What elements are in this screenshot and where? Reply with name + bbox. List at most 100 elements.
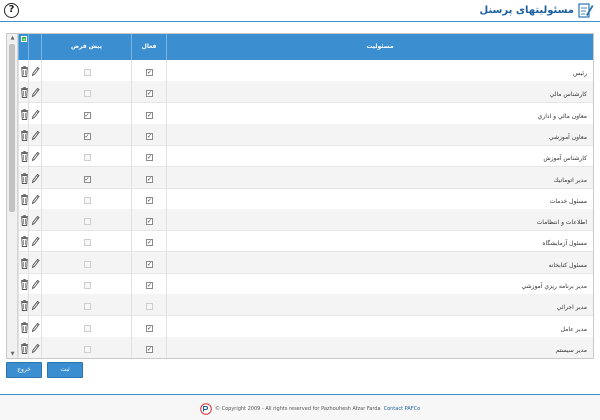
pencil-icon[interactable] — [31, 130, 40, 141]
pencil-icon[interactable] — [31, 322, 40, 333]
pafco-logo-icon — [200, 403, 212, 415]
table-row: ✓ مدير سيستم — [18, 336, 593, 358]
edit-cell — [28, 251, 41, 274]
edit-cell — [28, 102, 41, 125]
responsibility-label: معاون آموزشي — [548, 133, 587, 141]
active-checkbox[interactable]: ✓ — [146, 196, 153, 204]
delete-cell — [18, 81, 28, 104]
responsibility-label: رئیس — [572, 70, 587, 77]
default-checkbox[interactable]: ✓ — [83, 175, 91, 183]
responsibility-cell: معاون مالي و اداري — [166, 102, 593, 125]
default-checkbox[interactable] — [83, 239, 91, 247]
default-checkbox[interactable] — [83, 282, 91, 289]
responsibility-label: مسئول آزمايشگاه — [542, 240, 587, 248]
active-checkbox[interactable]: ✓ — [146, 345, 153, 353]
active-checkbox[interactable]: ✓ — [146, 90, 153, 98]
edit-cell — [28, 273, 41, 295]
table-row: ✓ مسئول خدمات — [18, 187, 593, 210]
header-default: پیش فرض — [41, 34, 131, 60]
active-checkbox[interactable] — [146, 303, 153, 311]
active-cell: ✓ — [131, 209, 166, 232]
default-checkbox[interactable] — [83, 260, 91, 268]
pencil-icon[interactable] — [31, 215, 40, 226]
help-icon[interactable]: ? — [4, 3, 19, 18]
edit-cell — [28, 230, 41, 253]
default-cell — [41, 251, 131, 274]
default-checkbox[interactable] — [83, 303, 91, 311]
active-checkbox[interactable]: ✓ — [146, 154, 153, 162]
active-checkbox[interactable]: ✓ — [146, 132, 153, 140]
responsibility-cell: معاون آموزشي — [166, 123, 593, 146]
default-cell — [41, 60, 131, 82]
active-cell: ✓ — [131, 336, 166, 358]
scrollbar-thumb[interactable] — [9, 44, 15, 212]
active-checkbox[interactable]: ✓ — [146, 282, 153, 289]
edit-cell — [28, 81, 41, 104]
active-checkbox[interactable]: ✓ — [146, 111, 153, 119]
responsibility-cell: مدير اجرائي — [166, 294, 593, 317]
default-cell: ✓ — [41, 102, 131, 125]
responsibility-cell: مدير عامل — [166, 315, 593, 338]
default-cell — [41, 230, 131, 253]
edit-cell — [28, 315, 41, 338]
active-checkbox[interactable]: ✓ — [146, 218, 153, 226]
active-checkbox[interactable]: ✓ — [146, 260, 153, 268]
active-checkbox[interactable]: ✓ — [146, 239, 153, 247]
exit-button[interactable]: خروج — [6, 362, 42, 378]
scroll-down-icon[interactable]: ▼ — [7, 350, 18, 358]
save-button[interactable]: ثبت — [47, 362, 83, 378]
table-row: ✓ مدير برنامه ريزي آموزشي — [18, 273, 593, 295]
responsibility-label: مسئول كتابخانه — [548, 261, 588, 269]
edit-cell — [28, 294, 41, 317]
pencil-icon[interactable] — [31, 258, 40, 269]
default-checkbox[interactable] — [83, 218, 91, 226]
pencil-icon[interactable] — [31, 343, 40, 354]
default-checkbox[interactable] — [83, 90, 91, 98]
pencil-icon[interactable] — [31, 173, 40, 184]
pencil-icon[interactable] — [31, 194, 40, 205]
active-checkbox[interactable]: ✓ — [146, 175, 153, 183]
active-cell — [131, 294, 166, 317]
default-checkbox[interactable] — [83, 324, 91, 332]
pencil-icon[interactable] — [31, 151, 40, 162]
delete-cell — [18, 187, 28, 210]
contact-link[interactable]: Contact PAFCo — [384, 406, 421, 412]
pencil-icon[interactable] — [31, 87, 40, 98]
title-wrap: مسئولیتهای پرسنل — [480, 2, 594, 18]
default-cell — [41, 145, 131, 168]
default-checkbox[interactable] — [83, 154, 91, 162]
pencil-icon[interactable] — [31, 300, 40, 311]
default-checkbox[interactable] — [83, 196, 91, 204]
active-cell: ✓ — [131, 166, 166, 189]
pencil-icon[interactable] — [31, 66, 40, 77]
vertical-scrollbar[interactable]: ▲ ▼ — [7, 34, 18, 358]
responsibility-label: مدير اجرائي — [556, 304, 587, 312]
default-cell — [41, 336, 131, 358]
default-checkbox[interactable] — [83, 69, 91, 76]
responsibility-cell: مسئول خدمات — [166, 187, 593, 210]
pencil-icon[interactable] — [31, 109, 40, 120]
select-all-icon[interactable]: + — [21, 36, 27, 42]
edit-cell — [28, 60, 41, 82]
table-row: ✓ رئیس — [18, 60, 593, 82]
default-checkbox[interactable]: ✓ — [83, 132, 91, 140]
default-checkbox[interactable]: ✓ — [83, 111, 91, 119]
pencil-icon[interactable] — [31, 236, 40, 247]
default-cell — [41, 273, 131, 295]
scroll-up-icon[interactable]: ▲ — [7, 34, 18, 42]
pencil-icon[interactable] — [31, 279, 40, 290]
responsibility-cell: مدير سيستم — [166, 336, 593, 358]
table-row: ✓ ✓ معاون مالي و اداري — [18, 102, 593, 125]
default-checkbox[interactable] — [83, 345, 91, 353]
active-checkbox[interactable]: ✓ — [146, 324, 153, 332]
active-cell: ✓ — [131, 145, 166, 168]
active-cell: ✓ — [131, 315, 166, 338]
edit-cell — [28, 336, 41, 358]
delete-cell — [18, 166, 28, 189]
responsibility-cell: مدير برنامه ريزي آموزشي — [166, 273, 593, 295]
active-checkbox[interactable]: ✓ — [146, 69, 153, 76]
active-cell: ✓ — [131, 102, 166, 125]
header-select-all[interactable]: + — [18, 34, 28, 60]
table-row: ✓ کارشناس آموزش — [18, 145, 593, 168]
table-row: ✓ مسئول كتابخانه — [18, 251, 593, 274]
